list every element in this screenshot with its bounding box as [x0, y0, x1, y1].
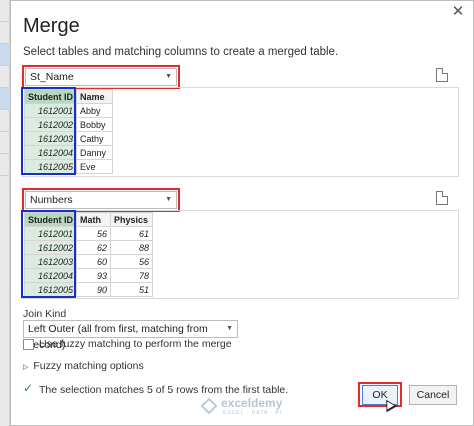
sheet-cell: [0, 44, 10, 66]
close-button[interactable]: ✕: [449, 3, 467, 21]
second-table-highlight: [22, 188, 180, 212]
join-kind-label: Join Kind: [23, 308, 67, 320]
dialog-title: Merge: [23, 15, 80, 37]
sheet-cell: [0, 132, 10, 154]
fuzzy-options-toggle[interactable]: ▷ Fuzzy matching options: [23, 360, 144, 372]
dialog-subtitle: Select tables and matching columns to cr…: [23, 46, 339, 58]
cell-name: Bobby: [76, 117, 113, 132]
fuzzy-matching-label: Use fuzzy matching to perform the merge: [39, 338, 232, 350]
status-message: The selection matches 5 of 5 rows from t…: [39, 384, 289, 396]
exceldemy-logo-icon: [200, 397, 218, 415]
merge-dialog: ✕ Merge Select tables and matching colum…: [10, 0, 474, 426]
background-sheet: [0, 0, 10, 426]
join-kind-dropdown[interactable]: Left Outer (all from first, matching fro…: [23, 320, 238, 351]
cell-physics: 88: [110, 240, 153, 255]
first-table-highlight: [22, 65, 180, 89]
cell-math: 60: [76, 254, 111, 269]
cell-physics: 56: [110, 254, 153, 269]
exceldemy-watermark: exceldemy EXCEL · DATA · BI: [200, 396, 283, 416]
sheet-cell: [0, 66, 10, 88]
cell-name: Danny: [76, 145, 113, 160]
cell-physics: 78: [110, 268, 153, 283]
cell-math: 93: [76, 268, 111, 283]
cell-physics: 51: [110, 282, 153, 297]
fuzzy-matching-checkbox[interactable]: [23, 339, 34, 350]
watermark-name: exceldemy: [221, 396, 283, 410]
sheet-cell: [0, 88, 10, 110]
cell-name: Abby: [76, 103, 113, 118]
checkmark-icon: ✓: [23, 381, 34, 395]
first-key-column-highlight: [21, 87, 76, 175]
cell-physics: 61: [110, 226, 153, 241]
column-header-name[interactable]: Name: [76, 89, 113, 104]
file-preview-icon[interactable]: [436, 191, 448, 205]
second-key-column-highlight: [21, 210, 76, 298]
sheet-cell: [0, 110, 10, 132]
column-header-physics[interactable]: Physics: [110, 212, 153, 227]
fuzzy-options-label: Fuzzy matching options: [33, 360, 144, 372]
cell-math: 90: [76, 282, 111, 297]
cancel-button[interactable]: Cancel: [409, 385, 457, 405]
cell-name: Eve: [76, 159, 113, 174]
file-preview-icon[interactable]: [436, 68, 448, 82]
chevron-down-icon: ▼: [226, 325, 233, 332]
sheet-cell: [0, 154, 10, 176]
sheet-cell: [0, 22, 10, 44]
expand-arrow-icon: ▷: [23, 364, 29, 371]
column-header-math[interactable]: Math: [76, 212, 111, 227]
cell-math: 56: [76, 226, 111, 241]
cell-math: 62: [76, 240, 111, 255]
watermark-tagline: EXCEL · DATA · BI: [223, 410, 283, 416]
cell-name: Cathy: [76, 131, 113, 146]
sheet-cell: [0, 0, 10, 22]
